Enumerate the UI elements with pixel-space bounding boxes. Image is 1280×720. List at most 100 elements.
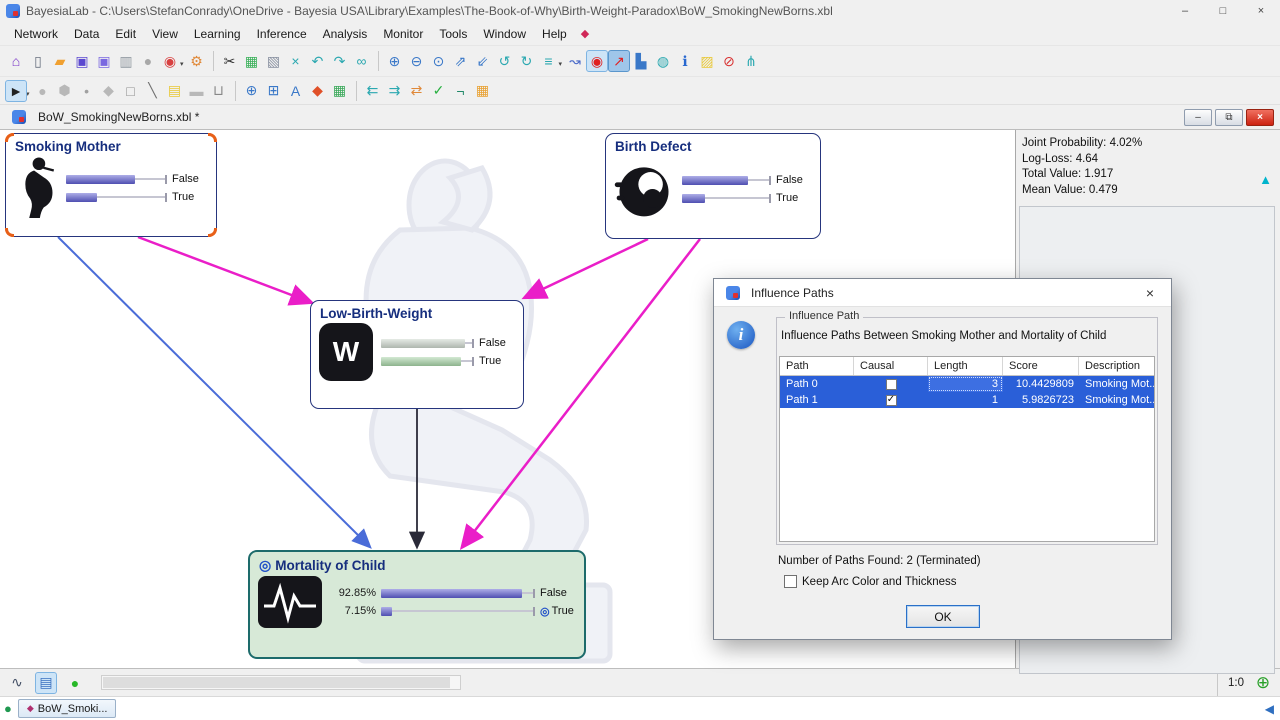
capsule-tool-icon[interactable]: ▬	[186, 80, 208, 102]
col-causal[interactable]: Causal	[854, 357, 928, 375]
line-tool-icon[interactable]: ╲	[142, 80, 164, 102]
hexagon-tool-icon[interactable]: ⬢	[54, 80, 76, 102]
home-icon[interactable]: ⌂	[5, 50, 27, 72]
zoom-in-icon[interactable]: ⊕	[384, 50, 406, 72]
ellipse-tool-icon[interactable]: ●	[32, 80, 54, 102]
state-row[interactable]: True	[682, 192, 812, 204]
menu-monitor[interactable]: Monitor	[375, 24, 431, 44]
keep-arc-checkbox[interactable]	[784, 575, 797, 588]
state-row[interactable]: False	[381, 337, 515, 349]
rotate-left-icon[interactable]: ↺	[494, 50, 516, 72]
zoom-text-tool-icon[interactable]: A	[285, 80, 307, 102]
causal-checkbox[interactable]: ✓	[885, 394, 897, 406]
state-row[interactable]: True	[381, 355, 515, 367]
path-analysis-icon[interactable]: ⋔	[740, 50, 762, 72]
new-document-icon[interactable]: ▯	[27, 50, 49, 72]
open-folder-icon[interactable]: ▰	[49, 50, 71, 72]
taskbar-item-bow[interactable]: ◆ BoW_Smoki...	[17, 699, 117, 718]
arc-comment-icon[interactable]: ◆	[307, 80, 329, 102]
zoom-reset-icon[interactable]: ⊙	[428, 50, 450, 72]
cut-icon[interactable]: ✂	[219, 50, 241, 72]
print-icon[interactable]: ▥	[115, 50, 137, 72]
rectangle-tool-icon[interactable]: □	[120, 80, 142, 102]
node-birth-defect[interactable]: Birth Defect False True	[605, 133, 821, 239]
doc-minimize-button[interactable]: –	[1184, 108, 1212, 126]
contract-graph-icon[interactable]: ⇙	[472, 50, 494, 72]
arc-forward-icon[interactable]: ⇉	[384, 80, 406, 102]
menu-window[interactable]: Window	[475, 24, 534, 44]
negate-icon[interactable]: ¬	[450, 80, 472, 102]
menu-learning[interactable]: Learning	[186, 24, 249, 44]
highlight-icon[interactable]: ▨	[696, 50, 718, 72]
col-length[interactable]: Length	[928, 357, 1003, 375]
network-search-icon[interactable]: ◉	[159, 50, 181, 72]
causal-checkbox[interactable]	[885, 378, 897, 390]
validate-icon[interactable]: ✓	[428, 80, 450, 102]
influence-arrow-icon[interactable]: ↗	[608, 50, 631, 72]
rotate-right-icon[interactable]: ↻	[516, 50, 538, 72]
console-icon[interactable]: ≡	[538, 50, 560, 72]
scroll-left-icon[interactable]: ◀	[1265, 702, 1274, 716]
paste-icon[interactable]: ▧	[263, 50, 285, 72]
dialog-close-button[interactable]: ×	[1135, 279, 1165, 307]
menu-edit[interactable]: Edit	[107, 24, 144, 44]
close-button[interactable]: ×	[1242, 0, 1280, 22]
scrollbar-thumb[interactable]	[103, 677, 451, 688]
forbid-icon[interactable]: ⊘	[718, 50, 740, 72]
contingency-icon[interactable]: ▦	[472, 80, 494, 102]
menu-analysis[interactable]: Analysis	[315, 24, 376, 44]
col-description[interactable]: Description	[1079, 357, 1154, 375]
stop-inference-icon[interactable]: ◉	[586, 50, 609, 72]
note-tool-icon[interactable]: ▤	[164, 80, 186, 102]
menu-inference[interactable]: Inference	[249, 24, 315, 44]
state-row[interactable]: False	[66, 173, 208, 185]
menu-tools[interactable]: Tools	[431, 24, 475, 44]
horizontal-scrollbar[interactable]	[101, 675, 461, 690]
monitor-panel-icon[interactable]: ▤	[35, 671, 57, 694]
node-mortality-of-child[interactable]: ◎ Mortality of Child 92.85% False 7.15% …	[248, 550, 586, 659]
state-row[interactable]: False	[682, 174, 812, 186]
save-as-icon[interactable]: ▣	[93, 50, 115, 72]
doc-close-button[interactable]: ×	[1246, 108, 1274, 126]
trash-tool-icon[interactable]: ⊔	[208, 80, 230, 102]
monitor-tool-icon[interactable]: ▦	[329, 80, 351, 102]
swap-arcs-icon[interactable]: ⇄	[406, 80, 428, 102]
select-tool-icon[interactable]: ►	[5, 79, 27, 102]
doc-restore-button[interactable]: ⧉	[1215, 108, 1243, 126]
menu-network[interactable]: Network	[6, 24, 66, 44]
save-icon[interactable]: ▣	[71, 50, 93, 72]
state-row[interactable]: 7.15% ◎ True	[330, 605, 576, 618]
maximize-button[interactable]: □	[1204, 0, 1242, 22]
state-row[interactable]: 92.85% False	[330, 587, 576, 599]
table-row-path1[interactable]: Path 1 ✓ 1 5.9826723 Smoking Mot...	[780, 392, 1154, 408]
ok-button[interactable]: OK	[906, 605, 980, 628]
target-jump-icon[interactable]: ↝	[564, 50, 586, 72]
settings-gear-icon[interactable]: ⚙	[186, 50, 208, 72]
menu-view[interactable]: View	[144, 24, 186, 44]
expand-graph-icon[interactable]: ⇗	[450, 50, 472, 72]
paths-table[interactable]: Path Causal Length Score Description Pat…	[779, 356, 1155, 542]
info-icon[interactable]: ℹ	[674, 50, 696, 72]
keep-arc-row[interactable]: Keep Arc Color and Thickness	[784, 575, 956, 588]
zoom-in-tool-icon[interactable]: ⊕	[241, 80, 263, 102]
globe-icon[interactable]: ⊕	[1252, 672, 1274, 694]
col-score[interactable]: Score	[1003, 357, 1079, 375]
table-row-path0[interactable]: Path 0 3 10.4429809 Smoking Mot...	[780, 376, 1154, 392]
menu-help[interactable]: Help	[534, 24, 575, 44]
col-path[interactable]: Path	[780, 357, 854, 375]
dialog-title-bar[interactable]: Influence Paths ×	[714, 279, 1171, 307]
zoom-page-tool-icon[interactable]: ⊞	[263, 80, 285, 102]
record-icon[interactable]: ●	[137, 50, 159, 72]
state-row[interactable]: True	[66, 191, 208, 203]
arc-mode-icon[interactable]: ∿	[6, 672, 28, 694]
redo-icon[interactable]: ↷	[329, 50, 351, 72]
minimize-button[interactable]: –	[1166, 0, 1204, 22]
delete-icon[interactable]: ×	[285, 50, 307, 72]
collapse-panel-icon[interactable]: ▲	[1259, 172, 1272, 187]
node-smoking-mother[interactable]: Smoking Mother False True	[5, 133, 217, 237]
node-low-birth-weight[interactable]: Low-Birth-Weight W False True	[310, 300, 524, 409]
point-tool-icon[interactable]: •	[76, 80, 98, 102]
arc-backward-icon[interactable]: ⇇	[362, 80, 384, 102]
copy-icon[interactable]: ▦	[241, 50, 263, 72]
diamond-tool-icon[interactable]: ◆	[98, 80, 120, 102]
